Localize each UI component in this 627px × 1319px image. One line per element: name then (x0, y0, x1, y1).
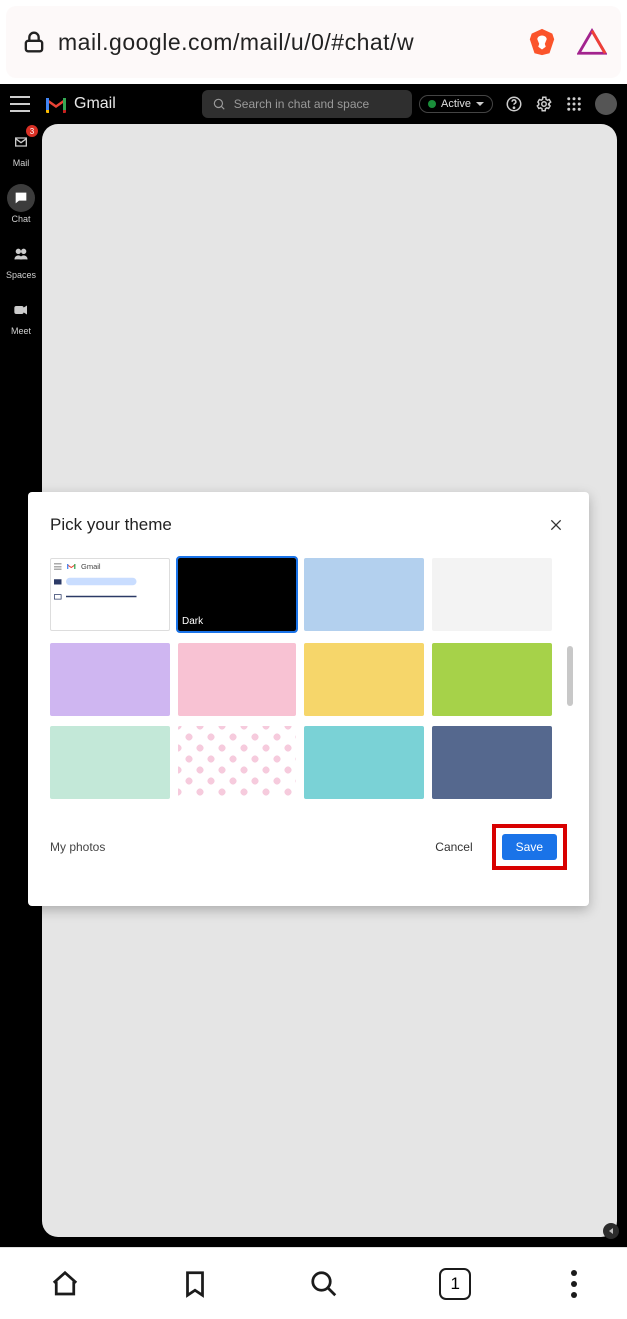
tabs-button[interactable]: 1 (439, 1268, 471, 1300)
mail-badge: 3 (26, 125, 38, 137)
theme-default-label: Gmail (81, 562, 101, 570)
home-icon[interactable] (50, 1269, 80, 1299)
gmail-logo-icon (44, 95, 68, 113)
theme-grid-scrollbar[interactable] (567, 646, 573, 706)
account-avatar[interactable] (595, 93, 617, 115)
rail-meet[interactable]: Meet (7, 296, 35, 336)
rail-spaces-label: Spaces (6, 270, 36, 280)
url-text[interactable]: mail.google.com/mail/u/0/#chat/w (58, 29, 519, 56)
theme-lavender[interactable] (50, 643, 170, 716)
rail-spaces[interactable]: Spaces (6, 240, 36, 280)
product-name: Gmail (74, 95, 116, 113)
dialog-close-button[interactable] (545, 514, 567, 536)
settings-gear-icon[interactable] (535, 95, 553, 113)
gmail-topbar: Gmail Search in chat and space Active (0, 84, 627, 124)
app-body: 3 Mail Chat Spaces Meet Pick your them (0, 124, 627, 1247)
browser-bottom-bar: 1 (0, 1247, 627, 1319)
bookmark-icon[interactable] (180, 1269, 210, 1299)
rail-chat-label: Chat (11, 214, 30, 224)
side-panel-toggle[interactable] (603, 1223, 619, 1239)
theme-mint[interactable] (50, 726, 170, 799)
theme-wasabi[interactable] (432, 643, 552, 716)
search-input[interactable]: Search in chat and space (202, 90, 412, 118)
theme-blue[interactable] (304, 558, 424, 631)
apps-grid-icon[interactable] (565, 95, 583, 113)
rail-mail-label: Mail (13, 158, 30, 168)
rail-mail[interactable]: 3 Mail (7, 128, 35, 168)
browser-url-bar[interactable]: mail.google.com/mail/u/0/#chat/w (6, 6, 621, 78)
save-button-highlight: Save (492, 824, 567, 870)
theme-dark[interactable]: Dark (178, 558, 296, 631)
theme-dusk[interactable] (432, 726, 552, 799)
rail-chat[interactable]: Chat (7, 184, 35, 224)
theme-grid: Gmail Dark (50, 558, 567, 802)
search-icon[interactable] (309, 1269, 339, 1299)
theme-default[interactable]: Gmail (50, 558, 170, 631)
gmail-mini-logo-icon (66, 563, 77, 571)
cancel-button[interactable]: Cancel (424, 833, 483, 861)
theme-rose[interactable] (178, 643, 296, 716)
main-menu-button[interactable] (10, 96, 30, 112)
theme-aqua[interactable] (304, 726, 424, 799)
tab-count: 1 (451, 1274, 460, 1294)
help-icon[interactable] (505, 95, 523, 113)
rail-meet-label: Meet (11, 326, 31, 336)
theme-cherry[interactable] (178, 726, 296, 799)
dialog-title: Pick your theme (50, 515, 172, 535)
overflow-menu-icon[interactable] (571, 1270, 577, 1298)
close-icon (548, 517, 564, 533)
theme-dark-label: Dark (182, 616, 203, 627)
search-icon (212, 97, 226, 111)
brave-lion-icon[interactable] (527, 27, 557, 57)
search-placeholder: Search in chat and space (234, 97, 369, 111)
theme-picker-dialog: Pick your theme Gmail (28, 492, 589, 906)
lock-icon (20, 28, 48, 56)
theme-mustard[interactable] (304, 643, 424, 716)
main-canvas: Pick your theme Gmail (42, 124, 617, 1237)
brave-triangle-icon[interactable] (577, 27, 607, 57)
my-photos-link[interactable]: My photos (50, 840, 105, 854)
status-label: Active (441, 98, 471, 110)
theme-softgray[interactable] (432, 558, 552, 631)
status-chip[interactable]: Active (419, 95, 493, 113)
save-button[interactable]: Save (502, 834, 557, 860)
gmail-app: Gmail Search in chat and space Active 3 … (0, 84, 627, 1247)
